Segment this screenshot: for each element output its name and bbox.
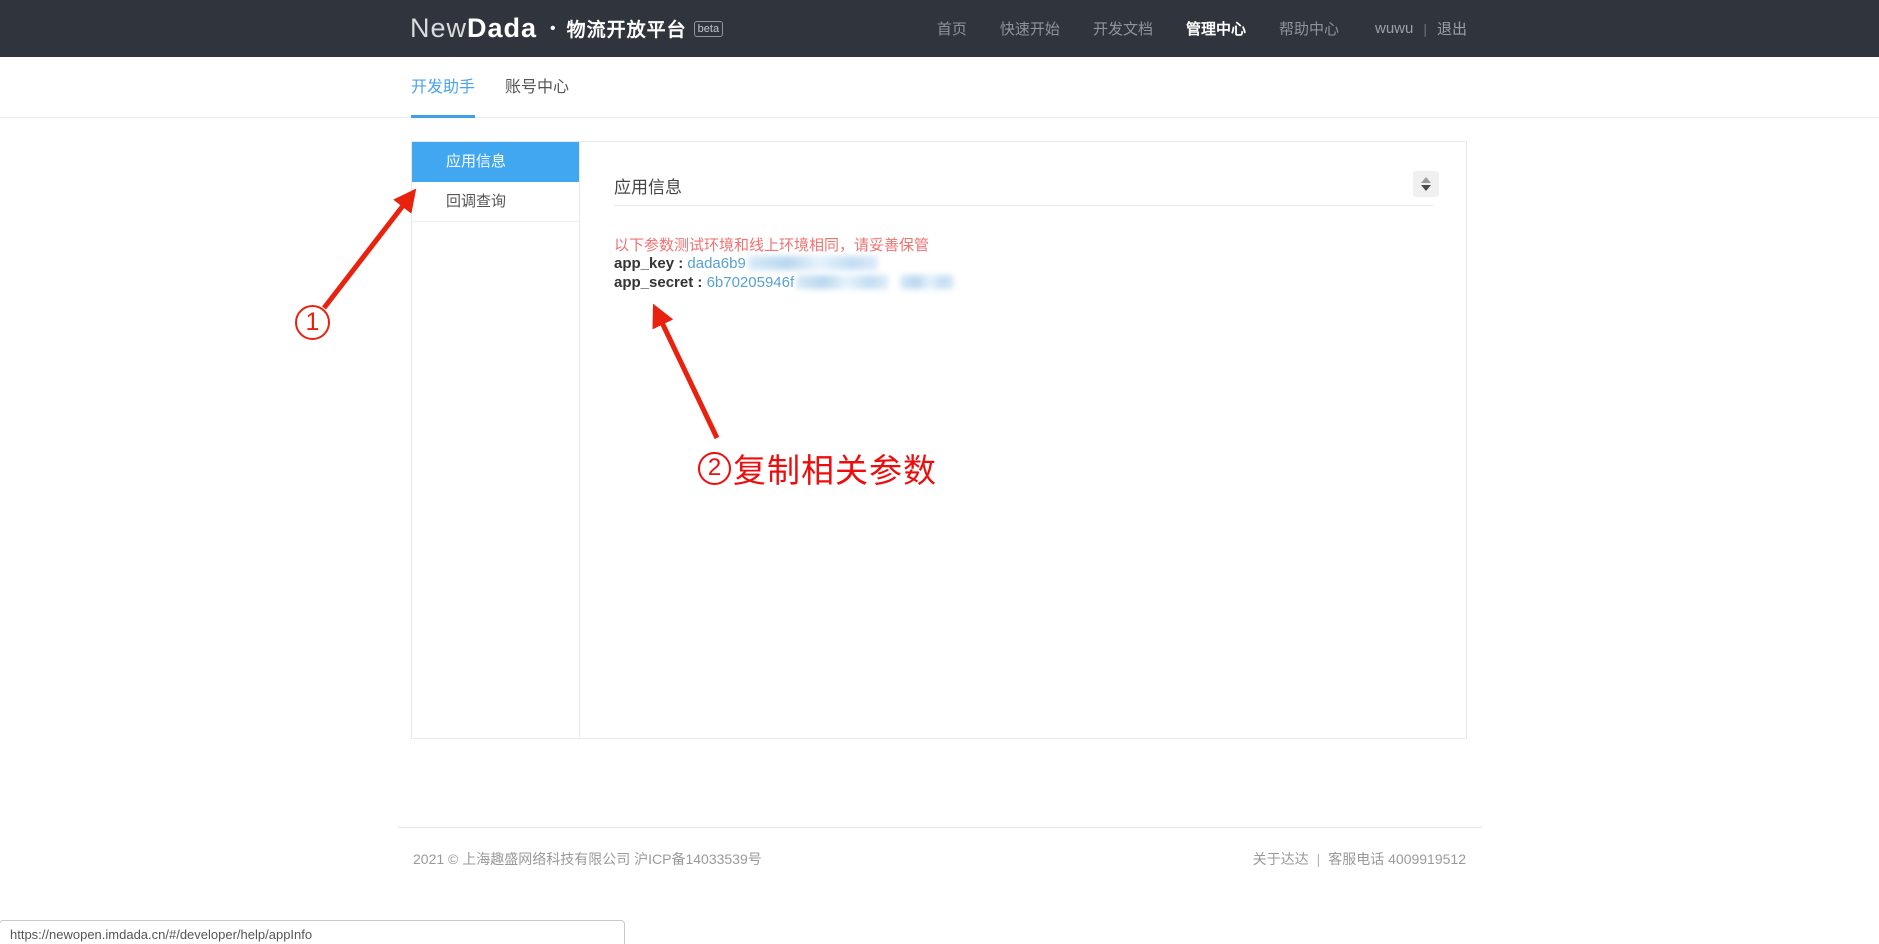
footer-divider	[398, 827, 1482, 828]
tab-bar: 开发助手 账号中心	[0, 57, 1879, 118]
nav-item-docs[interactable]: 开发文档	[1093, 18, 1153, 39]
header-nav: 首页 快速开始 开发文档 管理中心 帮助中心 wuwu | 退出	[904, 0, 1467, 57]
tab-developer-assistant[interactable]: 开发助手	[411, 57, 476, 118]
footer-links: 关于达达 | 客服电话 4009919512	[1253, 849, 1466, 869]
params-block: app_key : dada6b9 app_secret : 6b7020594…	[614, 254, 955, 292]
app-secret-label: app_secret	[614, 274, 694, 291]
logo-subtitle: 物流开放平台	[566, 20, 687, 41]
redacted-app-key	[747, 256, 878, 270]
footer-separator: |	[1316, 851, 1321, 867]
logo-dot-icon: •	[550, 19, 556, 37]
annotation-step-1-badge: 1	[295, 305, 330, 340]
annotation-step-2-label: 复制相关参数	[733, 452, 937, 489]
logo[interactable]: New Dada • 物流开放平台 beta	[410, 0, 724, 57]
title-divider	[614, 205, 1433, 206]
nav-item-home[interactable]: 首页	[937, 18, 967, 39]
browser-status-url: https://newopen.imdada.cn/#/developer/he…	[0, 920, 625, 944]
user-divider: |	[1423, 20, 1427, 37]
warning-text: 以下参数测试环境和线上环境相同，请妥善保管	[614, 237, 930, 254]
app-key-value: dada6b9	[687, 255, 746, 272]
annotation-step-2-badge: 2	[698, 451, 731, 485]
page-title: 应用信息	[614, 178, 682, 197]
tab-account-center[interactable]: 账号中心	[505, 57, 569, 118]
top-navbar: New Dada • 物流开放平台 beta 首页 快速开始 开发文档 管理中心 …	[0, 0, 1879, 57]
param-row-app-key: app_key : dada6b9	[614, 254, 954, 273]
app-key-colon: :	[674, 255, 688, 272]
arrow-up-icon	[1421, 177, 1431, 183]
arrow-down-icon	[1421, 185, 1431, 191]
main-panel: 应用信息 回调查询 应用信息 以下参数测试环境和线上环境相同，请妥善保管 app…	[411, 141, 1467, 739]
nav-item-quickstart[interactable]: 快速开始	[1000, 18, 1060, 39]
logo-dada: Dada	[467, 13, 538, 43]
page: New Dada • 物流开放平台 beta 首页 快速开始 开发文档 管理中心 …	[0, 0, 1879, 944]
redacted-app-secret-1	[796, 275, 889, 289]
app-secret-colon: :	[693, 274, 707, 291]
logo-new: New	[410, 13, 468, 43]
logout-link[interactable]: 退出	[1437, 18, 1467, 39]
app-secret-value: 6b70205946f	[706, 274, 795, 291]
footer-about-link[interactable]: 关于达达	[1253, 851, 1309, 867]
nav-item-help-center[interactable]: 帮助中心	[1279, 18, 1339, 39]
redacted-app-secret-2	[900, 275, 955, 289]
nav-item-admin-center[interactable]: 管理中心	[1186, 18, 1246, 39]
param-row-app-secret: app_secret : 6b70205946f	[614, 273, 955, 292]
sidebar-item-app-info[interactable]: 应用信息	[412, 142, 579, 182]
beta-badge: beta	[693, 20, 724, 37]
content-area: 应用信息 以下参数测试环境和线上环境相同，请妥善保管 app_key : dad…	[581, 142, 1466, 738]
annotation-step-2: 2 复制相关参数	[698, 444, 937, 492]
footer-phone: 客服电话 4009919512	[1328, 851, 1466, 867]
sidebar-item-callback-query[interactable]: 回调查询	[412, 182, 579, 222]
sidebar: 应用信息 回调查询	[412, 142, 580, 738]
user-area: wuwu | 退出	[1375, 18, 1467, 39]
app-key-label: app_key	[614, 255, 675, 272]
footer-copyright: 2021 © 上海趣盛网络科技有限公司 沪ICP备14033539号	[413, 851, 762, 867]
tabs: 开发助手 账号中心	[411, 57, 599, 118]
username[interactable]: wuwu	[1375, 20, 1413, 37]
annotation-arrow-1	[322, 188, 417, 310]
collapse-stepper-icon[interactable]	[1413, 171, 1439, 197]
